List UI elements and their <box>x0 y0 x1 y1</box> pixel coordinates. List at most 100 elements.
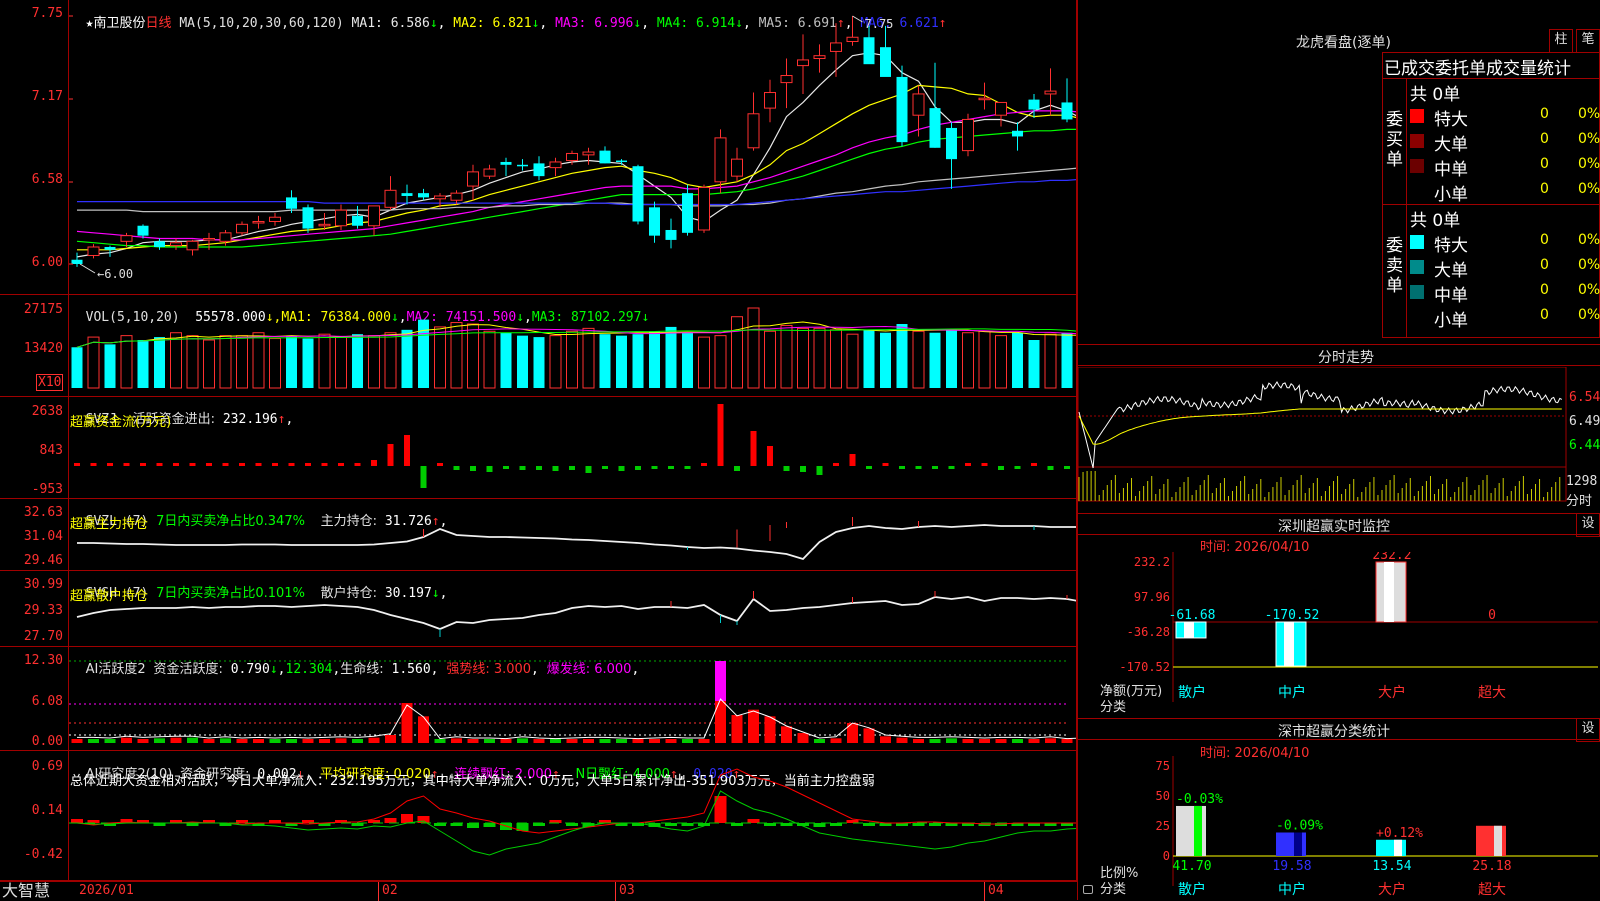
szcls-category-label: 散户 <box>1178 881 1206 898</box>
candle-body <box>780 75 793 84</box>
candle-body <box>137 225 149 236</box>
y-tick: 6.58 <box>31 172 63 187</box>
flow-bar <box>371 460 377 466</box>
fenshi-vol-label: 分时 <box>1566 494 1593 509</box>
flow-bar <box>1064 466 1070 469</box>
activity-bar <box>583 739 594 743</box>
lhb-row-pct: 0% <box>1578 131 1600 147</box>
flow-bar <box>288 463 295 466</box>
volume-chart[interactable] <box>69 296 1076 396</box>
activity-burst-bar <box>715 661 726 701</box>
volume-bar <box>352 334 363 388</box>
candle-body <box>302 207 314 229</box>
lhb-color-swatch <box>1410 159 1424 173</box>
candle-body <box>467 171 479 187</box>
research-bar <box>747 819 760 823</box>
szcls-category-label: 超大 <box>1478 882 1506 898</box>
activity-bar <box>253 739 264 743</box>
brand-logo: 大智慧 <box>2 881 51 900</box>
lhb-tick-button[interactable]: 笔 <box>1576 29 1600 53</box>
szcls-settings-button[interactable]: 设 <box>1576 718 1600 742</box>
activity-bar <box>748 709 759 743</box>
research-bar <box>401 814 413 823</box>
sz-class-bar-chart[interactable]: 75 50 25 0 -0.03% 41.70 散户 -0.09% 19.58 中户 +0.12% 1… <box>1078 756 1600 900</box>
flow-bar <box>255 463 262 466</box>
svsh-line-chart[interactable] <box>69 571 1076 646</box>
lhb-color-swatch <box>1410 285 1424 299</box>
volume-bar <box>912 330 925 389</box>
activity-bar <box>269 739 281 743</box>
research-bar <box>384 818 397 823</box>
flow-bar <box>173 463 179 466</box>
activity-bar <box>203 739 215 743</box>
candle-body <box>517 164 528 167</box>
ma-line-ma2 <box>77 84 1076 251</box>
candle-body <box>120 235 133 242</box>
activity-bar <box>566 739 578 743</box>
candle-body <box>764 92 776 109</box>
szcls-value-label: 41.70 <box>1172 859 1211 874</box>
lhb-row-pct: 0% <box>1578 181 1600 197</box>
flow-bar <box>981 463 988 466</box>
szmon-value-label: -61.68 <box>1169 608 1216 623</box>
flow-bar <box>354 463 361 466</box>
ai-activity-chart[interactable] <box>69 647 1076 750</box>
szmon-category-label: 超大 <box>1478 685 1506 701</box>
volume-bar <box>682 332 693 388</box>
volume-bar <box>170 332 182 389</box>
activity-bar <box>418 716 429 743</box>
activity-bar <box>451 738 462 743</box>
lhb-color-swatch <box>1410 184 1424 198</box>
vol-unit-label: X10 <box>36 374 64 391</box>
flow-bar <box>585 466 592 473</box>
y-tick: 7.17 <box>31 89 63 104</box>
flow-bar <box>618 466 625 471</box>
volume-bar <box>87 336 100 389</box>
volume-bar <box>632 334 644 388</box>
y-tick: 843 <box>39 443 63 458</box>
activity-bar <box>682 739 693 743</box>
flow-bar <box>387 444 394 466</box>
candle-body <box>170 242 182 247</box>
szmon-value-label: 232.2 <box>1372 552 1411 563</box>
svzl-line-chart[interactable] <box>69 499 1076 570</box>
y-tick: 6.00 <box>31 255 63 270</box>
candle-body <box>1061 102 1073 120</box>
candle-body <box>203 237 215 241</box>
volume-bar <box>71 347 83 388</box>
fenshi-y-tick: 6.44 <box>1569 438 1600 453</box>
candle-body <box>946 127 957 160</box>
activity-bar <box>665 739 677 743</box>
lhb-row-pct: 0% <box>1578 307 1600 323</box>
volume-bar <box>549 335 562 389</box>
volume-bar <box>929 332 941 388</box>
activity-bar <box>401 703 413 743</box>
szcls-value-label: 25.18 <box>1472 859 1511 874</box>
intraday-chart[interactable] <box>1078 367 1600 507</box>
candlestick-chart[interactable]: 7.75 ←6.00 <box>69 0 1076 294</box>
candle-body <box>269 216 281 222</box>
volume-bar <box>1028 340 1040 388</box>
x-tick: 02 <box>382 883 398 898</box>
flow-bar <box>107 463 113 466</box>
candle-body <box>698 186 710 231</box>
lhb-row: 特大 0 0% <box>1408 230 1600 256</box>
volume-bar <box>203 339 215 389</box>
y-tick: 2638 <box>31 404 63 419</box>
activity-bar <box>1012 739 1023 743</box>
candle-body <box>731 158 743 177</box>
svzj-chart[interactable] <box>69 397 1076 498</box>
lhb-divider <box>1382 78 1600 79</box>
flow-bar <box>90 463 97 466</box>
candle-body <box>929 108 941 148</box>
candle-body <box>665 229 677 240</box>
ma-line-ma3 <box>76 110 1076 241</box>
activity-bar <box>187 737 198 743</box>
volume-bar <box>517 335 528 388</box>
candle-body <box>880 47 891 77</box>
volume-bar <box>731 316 743 389</box>
lhb-bar-button[interactable]: 柱 <box>1549 29 1573 53</box>
ai-research-chart[interactable] <box>69 751 1076 881</box>
x-tick: 2026/01 <box>79 883 134 898</box>
szmon-settings-button[interactable]: 设 <box>1576 513 1600 537</box>
